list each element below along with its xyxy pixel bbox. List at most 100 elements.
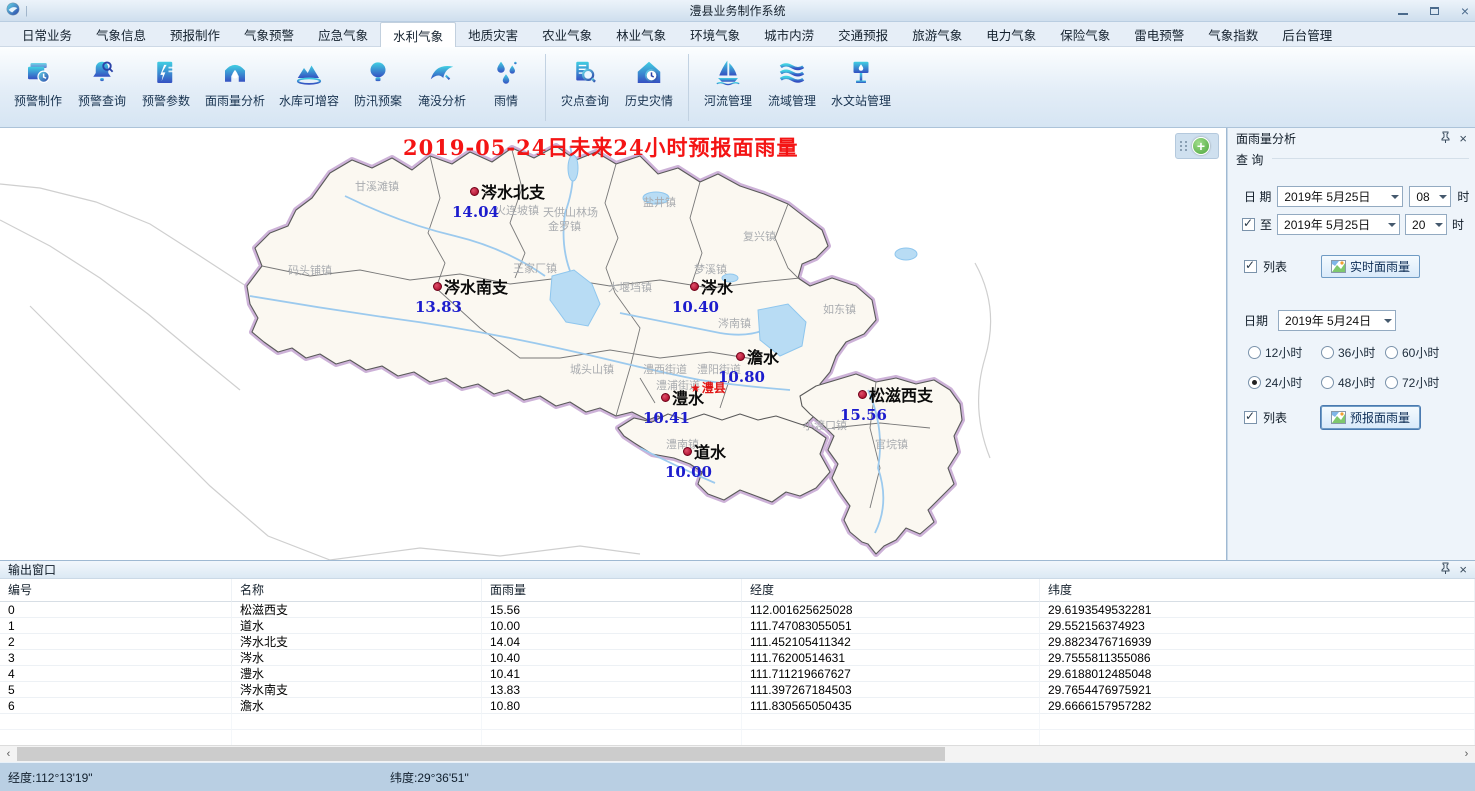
toolbar-button-hydro-station[interactable]: 水文站管理 [824,52,898,111]
list-checkbox[interactable] [1244,260,1257,273]
table-row[interactable]: 5 涔水南支 13.83 111.397267184503 29.7654476… [0,682,1475,698]
town-label: 官垸镇 [875,436,908,452]
toolbar: 预警制作 预警查询 预警参数 面雨量分析 水库可增容 防汛预案 淹没分析 雨情 [0,47,1475,128]
scrollbar-thumb[interactable] [17,747,945,761]
menu-tab[interactable]: 城市内涝 [752,22,826,46]
scroll-right-button[interactable]: › [1458,746,1475,762]
forecast-rainfall-button[interactable]: 预报面雨量 [1321,406,1420,429]
duration-radio[interactable]: 12小时 [1248,344,1302,361]
menu-tab[interactable]: 雷电预警 [1122,22,1196,46]
realtime-rainfall-button[interactable]: 实时面雨量 [1321,255,1420,278]
toolbar-button-history-disaster[interactable]: 历史灾情 [617,52,681,111]
horizontal-scrollbar[interactable]: ‹ › [0,745,1475,762]
toolbar-button-disaster-query[interactable]: 灾点查询 [553,52,617,111]
menu-tab[interactable]: 农业气象 [530,22,604,46]
pin-icon[interactable] [1441,562,1450,577]
radio-icon [1321,346,1334,359]
menu-tab[interactable]: 后台管理 [1270,22,1344,46]
titlebar-separator: | [25,5,28,17]
close-panel-icon[interactable]: × [1459,131,1467,146]
map-canvas[interactable] [0,128,1227,560]
forecast-date-select[interactable]: 2019年 5月24日 [1278,310,1396,331]
town-label: 如东镇 [823,301,856,317]
station-marker[interactable]: 道水 10.00 [665,439,726,481]
column-header[interactable]: 经度 [742,579,1040,602]
toolbar-button-rain-condition[interactable]: 雨情 [474,52,538,111]
station-rainfall-value: 13.83 [415,298,508,316]
table-row[interactable]: 4 澧水 10.41 111.711219667627 29.618801248… [0,666,1475,682]
list2-checkbox[interactable] [1244,411,1257,424]
column-header[interactable]: 名称 [232,579,482,602]
menu-tab[interactable]: 气象预警 [232,22,306,46]
station-marker[interactable]: 涔水南支 13.83 [415,274,508,316]
station-marker[interactable]: 澹水 10.80 [718,344,779,386]
town-label: 城头山镇 [570,361,614,377]
rainfall-analysis-panel: 面雨量分析 × 查 询 日 期 2019年 5月25日 08 时 [1227,128,1475,560]
menu-tab[interactable]: 地质灾害 [456,22,530,46]
close-button[interactable]: × [1461,5,1469,17]
station-rainfall-value: 10.41 [643,409,704,427]
station-marker[interactable]: 涔水 10.40 [672,274,733,316]
table-row[interactable]: 6 澹水 10.80 111.830565050435 29.666615795… [0,698,1475,714]
table-row[interactable]: 3 涔水 10.40 111.76200514631 29.7555811355… [0,650,1475,666]
toolbar-button-inundation[interactable]: 淹没分析 [410,52,474,111]
menu-tab[interactable]: 气象信息 [84,22,158,46]
county-shapes [247,146,962,554]
menu-tab[interactable]: 应急气象 [306,22,380,46]
drag-grip-icon[interactable] [1180,141,1188,151]
warning-params-icon [151,54,181,88]
empty-row [0,730,1475,746]
duration-radio[interactable]: 36小时 [1321,344,1375,361]
menu-tab[interactable]: 预报制作 [158,22,232,46]
pin-icon[interactable] [1441,131,1450,146]
duration-radio[interactable]: 24小时 [1248,374,1302,391]
station-rainfall-value: 10.40 [672,298,733,316]
close-output-icon[interactable]: × [1459,562,1467,577]
menu-tab[interactable]: 气象指数 [1196,22,1270,46]
menu-tab[interactable]: 水利气象 [380,22,456,47]
start-hour-select[interactable]: 08 [1409,186,1451,207]
menu-tab[interactable]: 交通预报 [826,22,900,46]
scroll-left-button[interactable]: ‹ [0,746,17,762]
column-header[interactable]: 纬度 [1040,579,1475,602]
table-row[interactable]: 2 涔水北支 14.04 111.452105411342 29.8823476… [0,634,1475,650]
table-row[interactable]: 1 道水 10.00 111.747083055051 29.552156374… [0,618,1475,634]
duration-radio[interactable]: 72小时 [1385,374,1439,391]
end-date-select[interactable]: 2019年 5月25日 [1277,214,1400,235]
map-view[interactable]: 2019-05-24日未来24小时预报面雨量 甘溪滩镇火连坡镇天供山林场金罗镇盐… [0,128,1227,560]
menu-tab[interactable]: 电力气象 [974,22,1048,46]
forecast-date-label: 日期 [1244,312,1268,329]
menu-tab[interactable]: 旅游气象 [900,22,974,46]
maximize-button[interactable] [1430,7,1439,15]
to-date-checkbox[interactable] [1242,218,1255,231]
zoom-in-button[interactable]: + [1192,137,1210,155]
toolbar-button-basin-manage[interactable]: 流域管理 [760,52,824,111]
station-rainfall-value: 15.56 [840,406,933,424]
station-dot-icon [661,393,670,402]
end-hour-select[interactable]: 20 [1405,214,1447,235]
toolbar-button-flood-plan[interactable]: 防汛预案 [346,52,410,111]
toolbar-button-warning-query[interactable]: 预警查询 [70,52,134,111]
map-thumbnail-icon [1331,260,1346,273]
toolbar-button-river-manage[interactable]: 河流管理 [696,52,760,111]
toolbar-button-reservoir[interactable]: 水库可增容 [272,52,346,111]
duration-radio[interactable]: 60小时 [1385,344,1439,361]
radio-icon [1321,376,1334,389]
menu-tab[interactable]: 保险气象 [1048,22,1122,46]
table-row[interactable]: 0 松滋西支 15.56 112.001625625028 29.6193549… [0,602,1475,618]
toolbar-button-area-rainfall[interactable]: 面雨量分析 [198,52,272,111]
menu-tab[interactable]: 林业气象 [604,22,678,46]
menu-tab[interactable]: 日常业务 [10,22,84,46]
toolbar-separator [545,54,546,121]
toolbar-button-warning-create[interactable]: 预警制作 [6,52,70,111]
station-marker[interactable]: 松滋西支 15.56 [840,382,933,424]
duration-radio[interactable]: 48小时 [1321,374,1375,391]
map-thumbnail-icon [1331,411,1346,424]
toolbar-button-warning-params[interactable]: 预警参数 [134,52,198,111]
menu-tab[interactable]: 环境气象 [678,22,752,46]
station-marker[interactable]: 涔水北支 14.04 [452,179,545,221]
column-header[interactable]: 编号 [0,579,232,602]
column-header[interactable]: 面雨量 [482,579,742,602]
start-date-select[interactable]: 2019年 5月25日 [1277,186,1403,207]
minimize-button[interactable] [1398,13,1408,15]
